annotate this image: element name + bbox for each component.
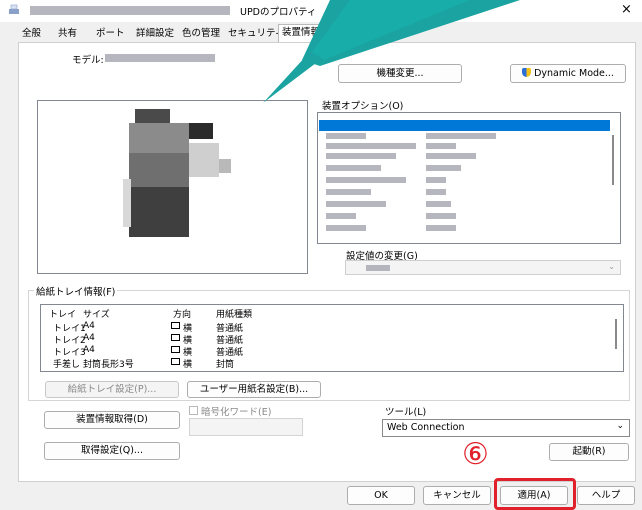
annotation-arrow bbox=[263, 0, 520, 103]
step-number: ⑥ bbox=[462, 437, 489, 472]
apply-highlight-box bbox=[494, 478, 576, 510]
